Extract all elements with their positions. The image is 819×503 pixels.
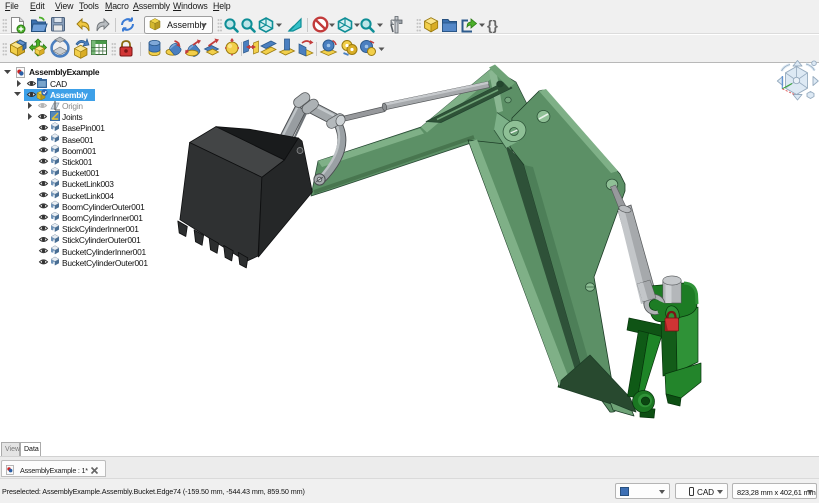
- svg-text:{}: {}: [487, 17, 498, 33]
- svg-text:Assembly: Assembly: [167, 20, 207, 30]
